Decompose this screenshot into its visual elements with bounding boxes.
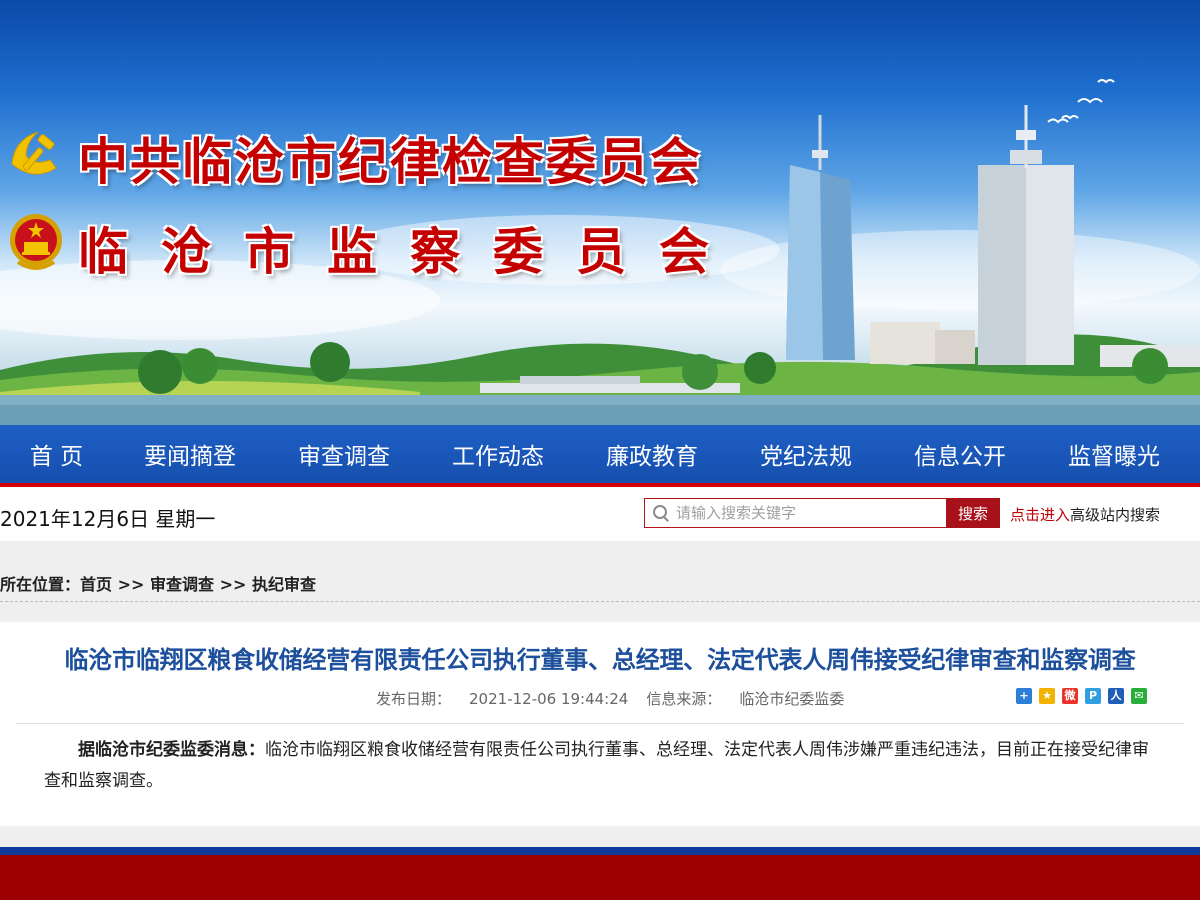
party-emblem-icon (11, 131, 57, 175)
nav-item-supervision-exposure[interactable]: 监督曝光 (1037, 437, 1191, 471)
breadcrumb-discipline-review[interactable]: 执纪审查 (252, 575, 316, 594)
advanced-search: 点击进入高级站内搜索 (1010, 504, 1160, 525)
current-date: 2021年12月6日 星期一 (0, 507, 216, 531)
advanced-search-label: 高级站内搜索 (1070, 506, 1161, 524)
breadcrumb-investigation[interactable]: 审查调查 (150, 575, 214, 594)
main-nav: 首 页 要闻摘登 审查调查 工作动态 廉政教育 党纪法规 信息公开 监督曝光 (0, 425, 1200, 483)
nav-item-information-disclosure[interactable]: 信息公开 (883, 437, 1037, 471)
search-input[interactable] (676, 500, 936, 526)
article-meta: 发布日期： 2021-12-06 19:44:24 信息来源： 临沧市纪委监委 (376, 688, 844, 709)
nav-item-integrity-education[interactable]: 廉政教育 (575, 437, 729, 471)
breadcrumb-divider (0, 601, 1200, 602)
nav-red-divider (0, 483, 1200, 487)
nav-item-news-digest[interactable]: 要闻摘登 (113, 437, 267, 471)
article-body: 据临沧市纪委监委消息：临沧市临翔区粮食收储经营有限责任公司执行董事、总经理、法定… (44, 735, 1154, 797)
header-banner: 中共临沧市纪律检查委员会 临沧市监察委员会 (0, 0, 1200, 425)
article-divider (16, 723, 1184, 724)
search-icon (652, 504, 670, 522)
renren-icon[interactable]: 人 (1108, 688, 1124, 704)
breadcrumb-label: 所在位置： (0, 575, 81, 594)
search-button[interactable]: 搜索 (946, 498, 1000, 528)
publish-date-label: 发布日期： (376, 690, 452, 708)
publish-date: 发布日期： 2021-12-06 19:44:24 (376, 690, 628, 708)
breadcrumb-separator: >> (214, 575, 252, 594)
breadcrumb-home[interactable]: 首页 (80, 575, 112, 594)
nav-item-work-news[interactable]: 工作动态 (421, 437, 575, 471)
info-source-label: 信息来源： (646, 690, 722, 708)
qzone-icon[interactable]: ★ (1039, 688, 1055, 704)
nav-item-investigation[interactable]: 审查调查 (267, 437, 421, 471)
info-source-value: 临沧市纪委监委 (739, 690, 845, 708)
banner-title-discipline-commission: 中共临沧市纪律检查委员会 (78, 132, 702, 191)
tencent-weibo-icon[interactable]: P (1085, 688, 1101, 704)
share-bar: + ★ 微 P 人 ✉ (1016, 688, 1147, 704)
info-source: 信息来源： 临沧市纪委监委 (646, 690, 844, 708)
footer-blue-bar (0, 847, 1200, 855)
share-more-icon[interactable]: + (1016, 688, 1032, 704)
breadcrumb: 所在位置：首页 >> 审查调查 >> 执纪审查 (0, 571, 316, 595)
article: 临沧市临翔区粮食收储经营有限责任公司执行董事、总经理、法定代表人周伟接受纪律审查… (0, 622, 1200, 826)
banner-title-supervision-commission: 临沧市监察委员会 (78, 222, 742, 281)
article-lead: 据临沧市纪委监委消息： (78, 740, 265, 760)
publish-date-value: 2021-12-06 19:44:24 (469, 690, 629, 708)
article-title: 临沧市临翔区粮食收储经营有限责任公司执行董事、总经理、法定代表人周伟接受纪律审查… (64, 646, 1136, 674)
breadcrumb-separator: >> (112, 575, 150, 594)
nav-item-home[interactable]: 首 页 (0, 437, 113, 471)
footer-red-bar (0, 855, 1200, 900)
weibo-icon[interactable]: 微 (1062, 688, 1078, 704)
wechat-icon[interactable]: ✉ (1131, 688, 1147, 704)
nav-item-party-regulations[interactable]: 党纪法规 (729, 437, 883, 471)
search-box (644, 498, 946, 528)
national-emblem-icon (10, 214, 62, 270)
advanced-search-link[interactable]: 点击进入 (1010, 506, 1070, 524)
